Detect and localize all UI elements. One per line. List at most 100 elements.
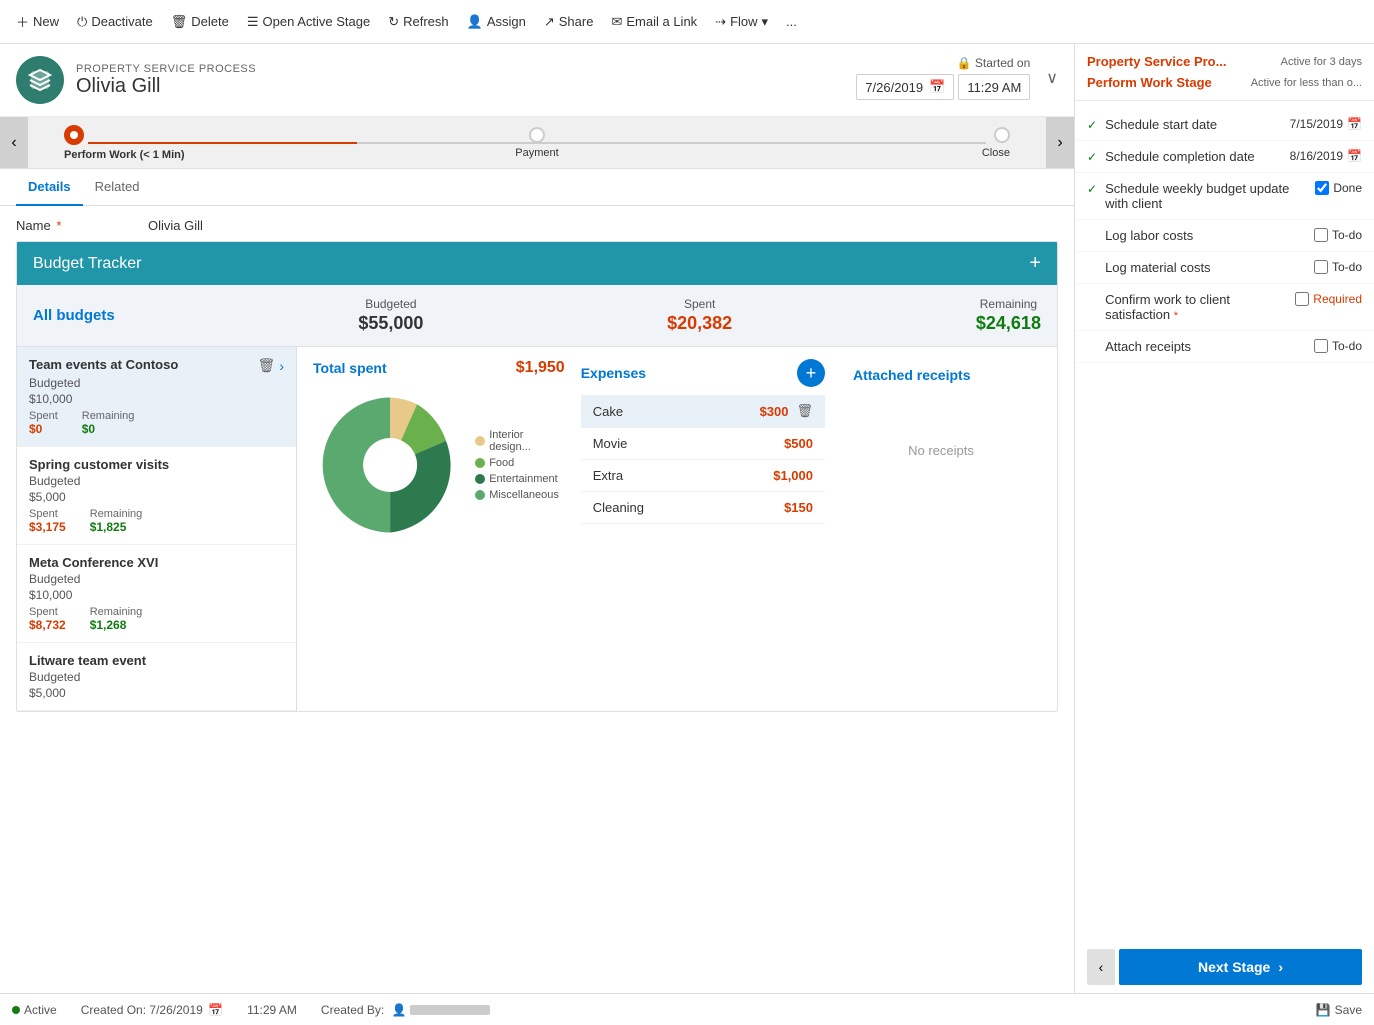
process-label: PROPERTY SERVICE PROCESS xyxy=(76,63,256,75)
record-name: Olivia Gill xyxy=(76,75,256,98)
share-button[interactable]: ↗ Share xyxy=(536,10,602,34)
content-panel: PROPERTY SERVICE PROCESS Olivia Gill 🔒 S… xyxy=(0,44,1074,993)
expense-row[interactable]: Extra $1,000 xyxy=(581,460,825,492)
created-by: Created By: 👤 xyxy=(321,1003,490,1017)
delete-button[interactable]: 🗑 Delete xyxy=(163,10,237,34)
record-header: PROPERTY SERVICE PROCESS Olivia Gill 🔒 S… xyxy=(0,44,1074,117)
share-icon: ↗ xyxy=(544,14,555,30)
budget-list: Team events at Contoso 🗑 › Budgeted $10,… xyxy=(17,347,297,711)
next-stage-arrow-icon: › xyxy=(1278,959,1283,975)
status-dot xyxy=(12,1006,20,1014)
legend-item: Miscellaneous xyxy=(475,489,565,501)
stage-item-perform-work[interactable]: Perform Work (< 1 Min) xyxy=(44,125,379,161)
name-row: Name * Olivia Gill xyxy=(16,218,1058,233)
legend-dot xyxy=(475,436,485,446)
bt-header: Budget Tracker + xyxy=(17,242,1057,285)
expense-row[interactable]: Movie $500 xyxy=(581,428,825,460)
stage-prev-button[interactable]: ‹ xyxy=(0,117,28,169)
more-button[interactable]: ... xyxy=(778,10,805,33)
expense-delete-button[interactable]: 🗑 xyxy=(796,403,813,419)
add-expense-button[interactable]: + xyxy=(797,359,825,387)
stage-next-button[interactable]: › xyxy=(1046,117,1074,169)
placeholder-icon: ✓ xyxy=(1087,261,1097,275)
stage-label: Payment xyxy=(515,147,558,159)
rp-process-status: Active for 3 days xyxy=(1281,56,1362,68)
stage-item-payment[interactable]: Payment xyxy=(379,127,694,159)
toolbar: ＋ New ⏻ Deactivate 🗑 Delete ☰ Open Activ… xyxy=(0,0,1374,44)
labor-checkbox[interactable] xyxy=(1314,228,1328,242)
name-value: Olivia Gill xyxy=(148,218,203,233)
bt-body: Team events at Contoso 🗑 › Budgeted $10,… xyxy=(17,346,1057,711)
right-panel: Property Service Pro... Active for 3 day… xyxy=(1074,44,1374,993)
tab-related[interactable]: Related xyxy=(83,169,152,206)
expense-row[interactable]: Cake $300 🗑 xyxy=(581,395,825,428)
form-area: Name * Olivia Gill Budget Tracker + All … xyxy=(0,206,1074,724)
all-budgets-label[interactable]: All budgets xyxy=(33,307,115,324)
rp-check-attach-receipts: ✓ Attach receipts To-do xyxy=(1075,331,1374,363)
created-by-value-redacted xyxy=(410,1005,490,1015)
delete-icon: 🗑 xyxy=(171,14,188,30)
no-receipts-label: No receipts xyxy=(853,443,1029,458)
budget-item[interactable]: Team events at Contoso 🗑 › Budgeted $10,… xyxy=(17,347,296,447)
email-link-button[interactable]: ✉ Email a Link xyxy=(603,10,705,34)
flow-chevron-icon: ▾ xyxy=(762,14,769,30)
total-spent-label: Total spent xyxy=(313,360,387,376)
open-active-stage-icon: ☰ xyxy=(247,14,259,30)
stage-circle-active xyxy=(64,125,84,145)
rp-checklist: ✓ Schedule start date 7/15/2019 📅 ✓ Sche… xyxy=(1075,101,1374,371)
stage-item-close[interactable]: Close xyxy=(695,127,1030,159)
stage-circle xyxy=(529,127,545,143)
open-active-stage-button[interactable]: ☰ Open Active Stage xyxy=(239,10,378,34)
started-on: 🔒 Started on 7/26/2019 📅 11:29 AM xyxy=(856,56,1030,100)
header-chevron-icon[interactable]: ∨ xyxy=(1046,68,1058,88)
assign-button[interactable]: 👤 Assign xyxy=(459,10,534,34)
next-stage-button[interactable]: Next Stage › xyxy=(1119,949,1362,985)
budget-item[interactable]: Meta Conference XVI Budgeted $10,000 Spe… xyxy=(17,545,296,643)
tab-details[interactable]: Details xyxy=(16,169,83,206)
refresh-icon: ↻ xyxy=(388,14,399,30)
attach-receipts-checkbox[interactable] xyxy=(1314,339,1328,353)
confirm-work-checkbox[interactable] xyxy=(1295,292,1309,306)
receipts-section: Attached receipts No receipts xyxy=(841,359,1041,699)
budget-next-button[interactable]: › xyxy=(279,358,284,374)
budget-detail: Total spent $1,950 xyxy=(297,347,1057,711)
budget-item[interactable]: Litware team event Budgeted $5,000 xyxy=(17,643,296,711)
save-button[interactable]: 💾 Save xyxy=(1316,1003,1362,1017)
expenses-section: Expenses + Cake $300 🗑 xyxy=(581,359,825,699)
save-icon: 💾 xyxy=(1316,1003,1331,1017)
calendar-icon: 📅 xyxy=(208,1003,223,1017)
status-bar: Active Created On: 7/26/2019 📅 11:29 AM … xyxy=(0,993,1374,1025)
created-on: Created On: 7/26/2019 📅 xyxy=(81,1003,223,1017)
expenses-label: Expenses xyxy=(581,365,646,381)
budget-chart-section: Total spent $1,950 xyxy=(313,359,565,699)
check-icon: ✓ xyxy=(1087,118,1097,132)
material-checkbox[interactable] xyxy=(1314,260,1328,274)
check-icon: ✓ xyxy=(1087,182,1097,196)
deactivate-button[interactable]: ⏻ Deactivate xyxy=(69,10,161,34)
new-button[interactable]: ＋ New xyxy=(8,8,67,35)
stage-bar: ‹ Perform Work (< 1 Min) Payment Close xyxy=(0,117,1074,169)
rp-check-schedule-completion: ✓ Schedule completion date 8/16/2019 📅 xyxy=(1075,141,1374,173)
status-active: Active xyxy=(12,1003,57,1017)
refresh-button[interactable]: ↻ Refresh xyxy=(380,10,456,34)
rp-process-name[interactable]: Property Service Pro... xyxy=(1087,54,1226,69)
flow-button[interactable]: ⇢ Flow ▾ xyxy=(707,10,776,34)
calendar-icon[interactable]: 📅 xyxy=(1347,117,1362,131)
budget-delete-button[interactable]: 🗑 xyxy=(258,357,276,374)
bt-add-button[interactable]: + xyxy=(1029,252,1041,275)
placeholder-icon: ✓ xyxy=(1087,229,1097,243)
legend-dot xyxy=(475,490,485,500)
created-time: 11:29 AM xyxy=(247,1003,297,1017)
rp-stage-name[interactable]: Perform Work Stage xyxy=(1087,75,1212,90)
started-time-field[interactable]: 11:29 AM xyxy=(958,74,1030,100)
started-date-field[interactable]: 7/26/2019 📅 xyxy=(856,74,954,100)
expense-row[interactable]: Cleaning $150 xyxy=(581,492,825,524)
bt-remaining: Remaining $24,618 xyxy=(976,297,1041,334)
check-icon: ✓ xyxy=(1087,150,1097,164)
budget-item[interactable]: Spring customer visits Budgeted $5,000 S… xyxy=(17,447,296,545)
legend-item: Food xyxy=(475,457,565,469)
tab-bar: Details Related xyxy=(0,169,1074,206)
calendar-icon[interactable]: 📅 xyxy=(1347,149,1362,163)
weekly-budget-checkbox[interactable] xyxy=(1315,181,1329,195)
prev-stage-button[interactable]: ‹ xyxy=(1087,949,1115,985)
